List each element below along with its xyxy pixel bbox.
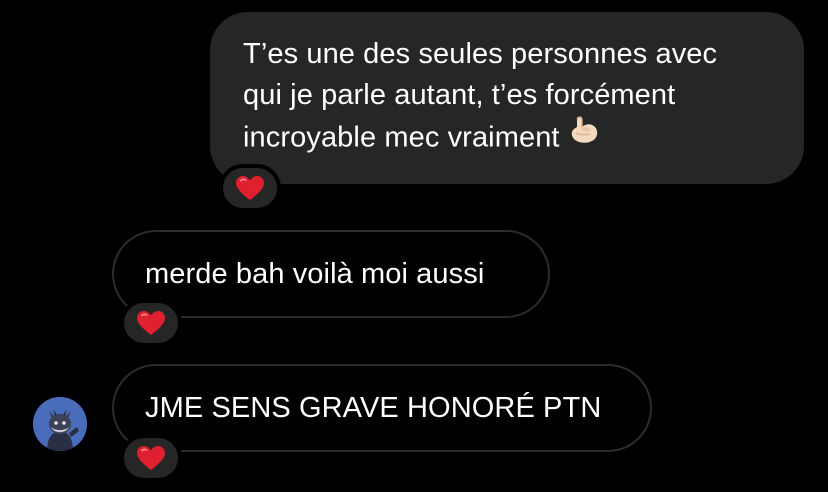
message-text: merde bah voilà moi aussi	[145, 257, 485, 290]
sent-message-bubble[interactable]: T’es une des seules personnes avec qui j…	[210, 12, 804, 184]
message-line: incroyable mec vraiment	[243, 116, 784, 162]
pinching-hand-emoji-icon	[568, 113, 602, 159]
wolf-character-avatar-icon	[33, 397, 87, 451]
red-heart-icon	[236, 175, 264, 200]
contact-avatar[interactable]	[33, 397, 87, 451]
message-line-text: incroyable mec vraiment	[243, 121, 560, 154]
message-text: JME SENS GRAVE HONORÉ PTN	[145, 391, 602, 424]
received-message-bubble[interactable]: JME SENS GRAVE HONORÉ PTN	[112, 364, 652, 452]
red-heart-icon	[137, 310, 165, 335]
reaction-badge[interactable]	[120, 434, 182, 482]
reaction-badge[interactable]	[219, 164, 281, 212]
message-line: T’es une des seules personnes avec	[243, 38, 718, 70]
reaction-badge[interactable]	[120, 299, 182, 347]
message-line: qui je parle autant, t’es forcément	[243, 79, 676, 111]
received-message-bubble[interactable]: merde bah voilà moi aussi	[112, 230, 550, 318]
red-heart-icon	[137, 445, 165, 470]
